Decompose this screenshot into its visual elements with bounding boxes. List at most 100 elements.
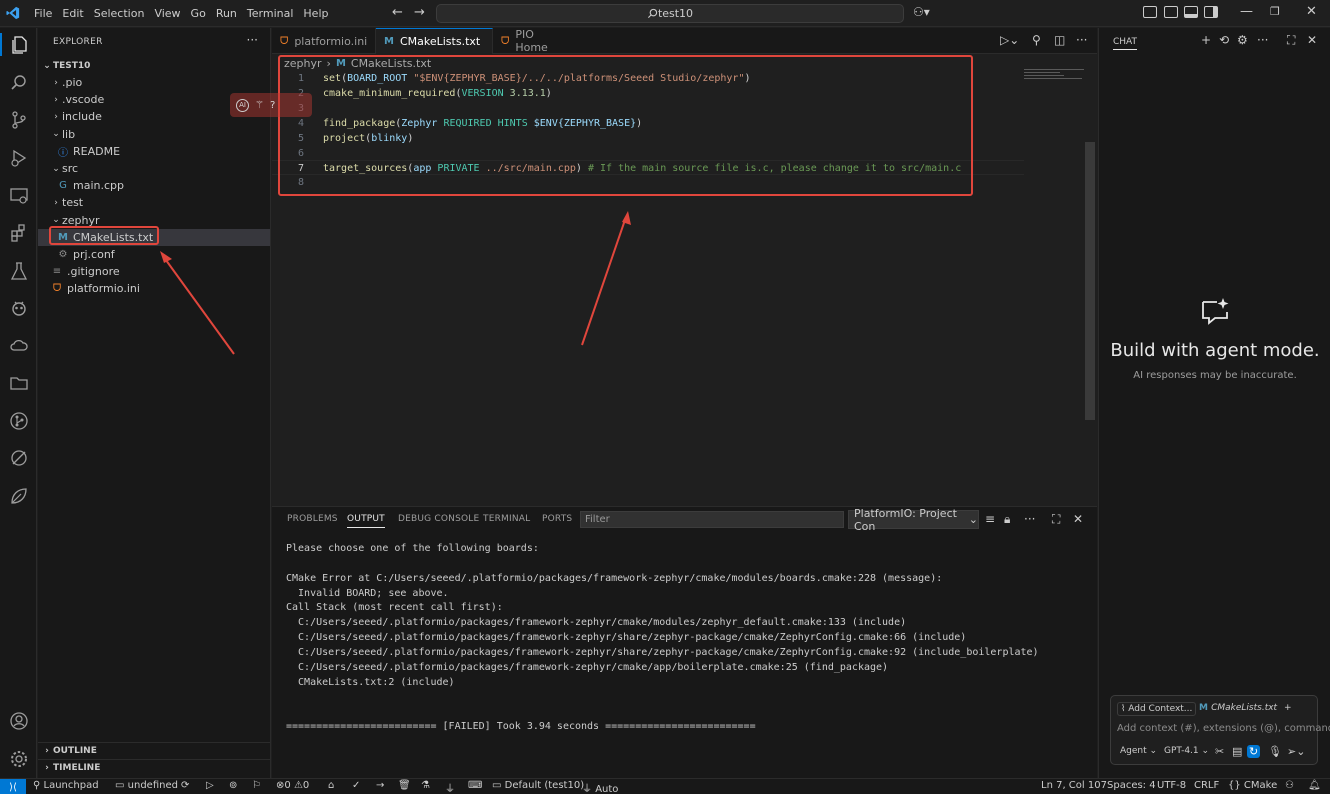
env-select[interactable]: ▭ Default (test10)	[492, 780, 584, 791]
minimize-icon[interactable]: —	[1240, 4, 1253, 19]
new-chat-icon[interactable]: +	[1201, 33, 1211, 47]
timeline-section[interactable]: › TIMELINE	[38, 759, 270, 776]
output-channel-select[interactable]: PlatformIO: Project Con ⌄	[848, 507, 979, 533]
chat-input[interactable]: Add context (#), extensions (@), command…	[1117, 723, 1330, 734]
workspace-folder-item[interactable]: ▭ undefined	[115, 780, 178, 791]
copilot-icon[interactable]: ⚇▾	[913, 5, 930, 19]
toggle-secondary-sidebar-icon[interactable]	[1164, 6, 1178, 18]
debug-icon[interactable]: ⚐	[252, 780, 261, 791]
code-editor[interactable]: zephyr › M CMakeLists.txt 1 set(BOARD_ROO…	[230, 55, 1097, 505]
menu-run[interactable]: Run	[211, 0, 242, 27]
tools-icon[interactable]: ✂	[1215, 745, 1224, 758]
tree-item-prj-conf[interactable]: ⚙ prj.conf	[38, 246, 270, 263]
explorer-icon[interactable]	[0, 33, 37, 56]
add-context-button[interactable]: ⌇ Add Context...	[1117, 702, 1197, 716]
more-actions-icon[interactable]: ···	[1024, 512, 1035, 526]
menu-help[interactable]: Help	[298, 0, 333, 27]
more-actions-icon[interactable]: ···	[1257, 33, 1268, 47]
tree-item-gitignore[interactable]: ≡ .gitignore	[38, 263, 270, 280]
toggle-sidebar-icon[interactable]	[1143, 6, 1157, 18]
terminal-icon[interactable]: ⌨	[468, 780, 482, 791]
agent-mode-select[interactable]: Agent ⌄	[1120, 746, 1157, 756]
tab-pio-home[interactable]: ᗜ PIO Home	[493, 28, 577, 54]
tab-terminal[interactable]: TERMINAL	[483, 514, 530, 524]
settings-gear-icon[interactable]: ⚙	[1237, 33, 1248, 47]
chat-input-box[interactable]: ⌇ Add Context... M CMakeLists.txt + Add …	[1110, 695, 1330, 765]
build-icon[interactable]: ⟳	[181, 780, 189, 791]
platformio-upload-icon[interactable]: ⚲	[1032, 33, 1041, 47]
plus-icon[interactable]: +	[1284, 703, 1292, 713]
menu-edit[interactable]: Edit	[57, 0, 88, 27]
more-actions-icon[interactable]: ···	[1076, 33, 1087, 47]
arrow-right-icon[interactable]: →	[376, 780, 384, 791]
context-file-chip[interactable]: M CMakeLists.txt +	[1199, 703, 1292, 713]
flask-icon[interactable]: ⚗	[421, 780, 430, 791]
search-icon[interactable]	[7, 71, 30, 94]
tree-item-pio[interactable]: › .pio	[38, 74, 270, 91]
tree-item-lib[interactable]: ⌄ lib	[38, 126, 270, 143]
workspace-header[interactable]: ⌄ TEST10	[38, 57, 270, 74]
toggle-panel-icon[interactable]	[1184, 6, 1198, 18]
leaf-icon[interactable]	[7, 484, 30, 507]
lock-icon[interactable]: 🔒︎	[1004, 512, 1010, 527]
tree-item-zephyr[interactable]: ⌄ zephyr	[38, 212, 270, 229]
back-arrow-icon[interactable]: ←	[392, 5, 403, 20]
problems-item[interactable]: ⊗0 ⚠0	[276, 780, 309, 791]
history-icon[interactable]: ⟲	[1219, 33, 1229, 47]
check-icon[interactable]: ✓	[352, 780, 360, 791]
home-icon[interactable]: ⌂	[328, 780, 334, 791]
source-control-icon[interactable]	[7, 108, 30, 131]
language-mode[interactable]: {} CMake	[1228, 780, 1277, 791]
restore-icon[interactable]: ❐	[1270, 5, 1280, 18]
tab-platformio-ini[interactable]: ᗜ platformio.ini	[272, 28, 376, 54]
forward-arrow-icon[interactable]: →	[414, 5, 425, 20]
cloud-icon[interactable]	[7, 334, 30, 357]
settings-gear-icon[interactable]	[7, 747, 30, 770]
remote-icon[interactable]: ⟩⟨	[0, 779, 26, 794]
testing-icon[interactable]	[7, 259, 30, 282]
copilot-icon[interactable]: ⚇	[1285, 780, 1294, 791]
close-icon[interactable]: ✕	[1307, 33, 1317, 47]
minimap[interactable]	[1024, 69, 1086, 79]
tree-item-platformio-ini[interactable]: ᗜ platformio.ini	[38, 280, 270, 297]
upload-icon[interactable]: ⊚	[229, 780, 237, 791]
notifications-icon[interactable]: 🔔︎	[1308, 780, 1321, 791]
model-select[interactable]: GPT-4.1 ⌄	[1164, 746, 1209, 756]
run-debug-icon[interactable]	[7, 146, 30, 169]
line-ending[interactable]: CRLF	[1194, 780, 1219, 791]
run-icon[interactable]: ▷⌄	[1000, 33, 1019, 47]
extensions-icon[interactable]	[7, 221, 30, 244]
tab-ports[interactable]: PORTS	[542, 514, 572, 524]
menu-go[interactable]: Go	[186, 0, 211, 27]
tree-item-src[interactable]: ⌄ src	[38, 160, 270, 177]
output-filter-input[interactable]	[580, 511, 844, 528]
command-center[interactable]: test10	[436, 4, 904, 23]
tree-item-cmakelists-txt[interactable]: M CMakeLists.txt	[38, 228, 270, 246]
send-icon[interactable]: ➢⌄	[1287, 745, 1305, 758]
close-window-icon[interactable]: ✕	[1306, 4, 1317, 19]
inline-ai-actions[interactable]: AI ⚚ ?	[230, 93, 312, 117]
platformio-icon[interactable]	[7, 296, 30, 319]
remote-explorer-icon[interactable]	[7, 184, 30, 207]
editor-scrollbar[interactable]	[1085, 142, 1095, 420]
split-editor-icon[interactable]: ◫	[1054, 33, 1065, 47]
run-icon[interactable]: ▷	[206, 780, 214, 791]
tab-cmakelists[interactable]: M CMakeLists.txt	[376, 28, 493, 54]
port-select[interactable]: ⏚ Auto	[582, 780, 618, 794]
toggle-icon[interactable]: ▤	[1232, 745, 1242, 758]
cursor-position[interactable]: Ln 7, Col 107	[1041, 780, 1107, 791]
maximize-icon[interactable]: ⛶	[1287, 33, 1295, 48]
menu-view[interactable]: View	[149, 0, 185, 27]
outline-section[interactable]: › OUTLINE	[38, 742, 270, 759]
menu-selection[interactable]: Selection	[89, 0, 150, 27]
tab-debug-console[interactable]: DEBUG CONSOLE	[398, 514, 479, 524]
git-graph-icon[interactable]	[7, 409, 30, 432]
launchpad-item[interactable]: ⚲ Launchpad	[33, 780, 99, 791]
tree-item-readme[interactable]: ⓘ README	[38, 143, 270, 160]
microphone-icon[interactable]: 🎙︎	[1268, 745, 1282, 758]
encoding[interactable]: UTF-8	[1157, 780, 1186, 791]
chat-title[interactable]: CHAT	[1113, 37, 1138, 50]
trash-icon[interactable]: 🗑︎	[398, 780, 411, 791]
tab-output[interactable]: OUTPUT	[347, 514, 385, 528]
tab-problems[interactable]: PROBLEMS	[287, 514, 338, 524]
